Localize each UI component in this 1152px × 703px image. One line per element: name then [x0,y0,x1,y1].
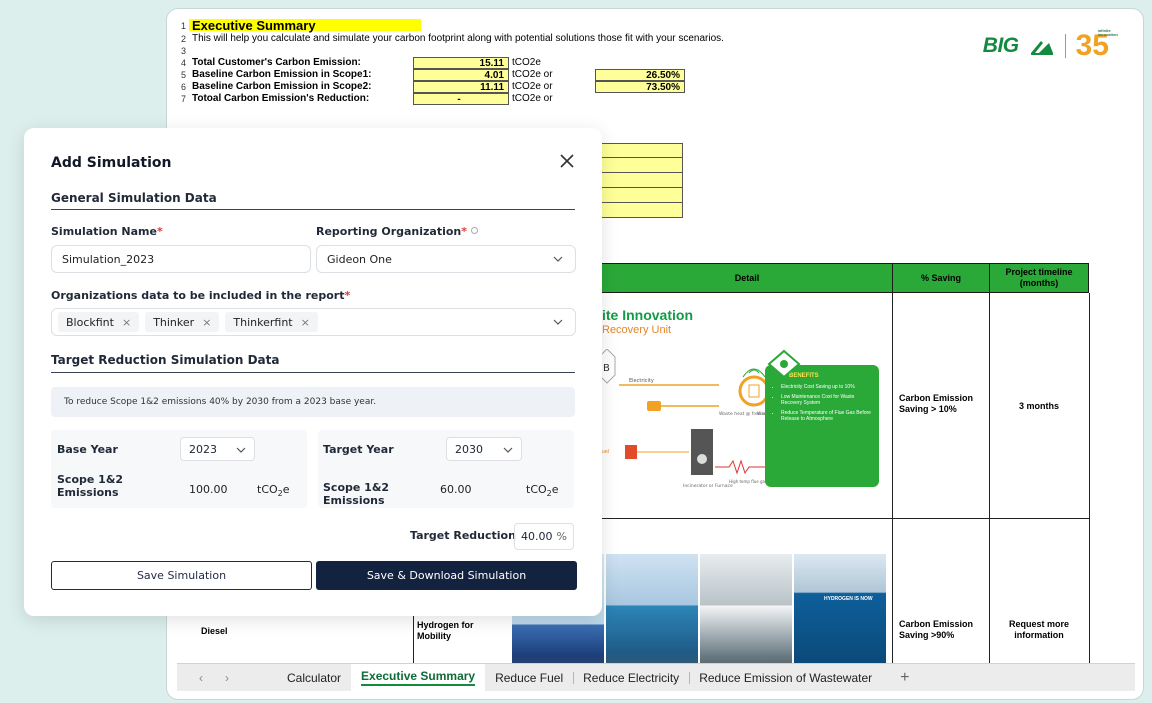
scope2-cell[interactable]: 11.11 [413,81,509,93]
header-saving[interactable]: % Saving [892,263,990,293]
tab-reduce-wastewater[interactable]: Reduce Emission of Wastewater [689,664,882,691]
svg-text:Electricity: Electricity [629,378,654,384]
empty-input-cells[interactable] [593,143,683,218]
modal-title: Add Simulation [51,155,172,171]
chevron-down-icon [503,447,513,453]
sheet-row-7: 7 Totoal Carbon Emission's Reduction: - … [180,93,553,105]
chevron-down-icon [553,319,563,325]
orgs-label: Organizations data to be included in the… [51,289,351,302]
save-simulation-button[interactable]: Save Simulation [51,561,312,590]
forklift-photo [606,554,698,681]
target-year-label: Target Year [323,443,394,456]
svg-text:High temp flue gas: High temp flue gas [729,479,767,484]
sheet-description[interactable]: This will help you calculate and simulat… [189,33,724,45]
tab-calculator[interactable]: Calculator [277,664,351,691]
sim-name-label: Simulation Name* [51,225,163,238]
org-chip: Blockfint × [58,312,140,332]
base-scope-label: Scope 1&2 Emissions [57,473,124,499]
close-icon[interactable] [558,152,576,170]
tab-reduce-fuel[interactable]: Reduce Fuel [485,664,573,691]
logo-anniversary: 35 infinite innovation [1075,28,1118,62]
header-timeline[interactable]: Project timeline (months) [989,263,1089,293]
total-emission-cell[interactable]: 15.11 [413,57,509,69]
truck-photo: HYDROGEN IS NOW [794,554,886,681]
chevron-down-icon [553,256,563,262]
target-note: To reduce Scope 1&2 emissions 40% by 203… [51,387,575,417]
header-detail[interactable]: Detail [601,263,893,293]
prev-sheet-icon[interactable]: ‹ [199,671,203,685]
saving-value-2[interactable]: Carbon Emission Saving >90% [899,619,985,641]
orgs-multiselect[interactable]: Blockfint × Thinker × Thinkerfint × [51,308,576,336]
remove-chip-icon[interactable]: × [301,316,310,329]
logo-mark-icon [1030,41,1053,55]
sheet-row-6: 6 Baseline Carbon Emission in Scope2: 11… [177,81,737,93]
target-reduction-input[interactable]: 40.00 % [514,523,574,550]
target-section-title: Target Reduction Simulation Data [51,353,280,367]
sheet-row-5: 5 Baseline Carbon Emission in Scope1: 4.… [177,69,737,81]
chevron-down-icon [236,447,246,453]
next-sheet-icon[interactable]: › [225,671,229,685]
save-download-button[interactable]: Save & Download Simulation [316,561,577,590]
target-reduction-label: Target Reduction [410,529,516,542]
base-emissions-value[interactable]: 100.00 [189,483,228,496]
fuel-from[interactable]: Diesel [201,626,228,637]
scope1-pct-cell[interactable]: 26.50% [595,69,685,81]
tab-reduce-electricity[interactable]: Reduce Electricity [573,664,689,691]
svg-text:Incinerator or Furnace: Incinerator or Furnace [683,483,733,489]
sheet-row-1: 1 Executive Summary [177,19,737,33]
base-year-label: Base Year [57,443,118,456]
info-icon[interactable] [471,227,479,234]
solution-subtitle: Recovery Unit [602,324,672,336]
add-sheet-button[interactable]: + [900,669,909,687]
remove-chip-icon[interactable]: × [202,316,211,329]
org-chip: Thinkerfint × [225,312,318,332]
solution-title: ite Innovation [602,307,693,323]
timeline-value-1[interactable]: 3 months [989,401,1089,412]
org-chip: Thinker × [145,312,220,332]
reduction-cell[interactable]: - [413,93,509,105]
saving-value-1[interactable]: Carbon Emission Saving > 10% [899,393,985,415]
remove-chip-icon[interactable]: × [122,316,131,329]
general-section-title: General Simulation Data [51,191,217,205]
sheet-row-3: 3 [180,46,186,56]
sheet-row-2: 2 This will help you calculate and simul… [180,33,724,45]
org-label: Reporting Organization* [316,225,479,238]
benefit-badge-icon [767,349,801,379]
benefits-box: BENEFITS Electricity Cost Saving up to 1… [765,365,879,487]
timeline-value-2[interactable]: Request more information [993,619,1085,641]
sim-name-input[interactable]: Simulation_2023 [51,245,311,273]
sheet-tabs-bar: ‹ › Calculator Executive Summary Reduce … [177,663,1135,691]
tab-executive-summary[interactable]: Executive Summary [351,664,486,691]
scope1-cell[interactable]: 4.01 [413,69,509,81]
target-scope-label: Scope 1&2 Emissions [323,481,390,507]
scope2-pct-cell[interactable]: 73.50% [595,81,685,93]
summary-rows: 1 Executive Summary 2 This will help you… [177,19,737,105]
sheet-row-4: 4 Total Customer's Carbon Emission: 15.1… [180,57,541,69]
fuel-to[interactable]: Hydrogen for Mobility [417,620,497,642]
sheet-title[interactable]: Executive Summary [189,19,421,32]
target-emissions-value[interactable]: 60.00 [440,483,472,496]
org-select[interactable]: Gideon One [316,245,576,273]
bus-photo [700,554,792,681]
logo-brand: BIG [982,34,1019,57]
target-year-select[interactable]: 2030 [446,437,522,461]
base-unit: tCO2e [257,483,290,499]
target-unit: tCO2e [526,483,559,499]
svg-text:B: B [603,363,610,374]
base-year-select[interactable]: 2023 [180,437,255,461]
company-logo: BIG 35 infinite innovation [982,28,1118,62]
add-simulation-modal: Add Simulation General Simulation Data S… [24,128,602,616]
